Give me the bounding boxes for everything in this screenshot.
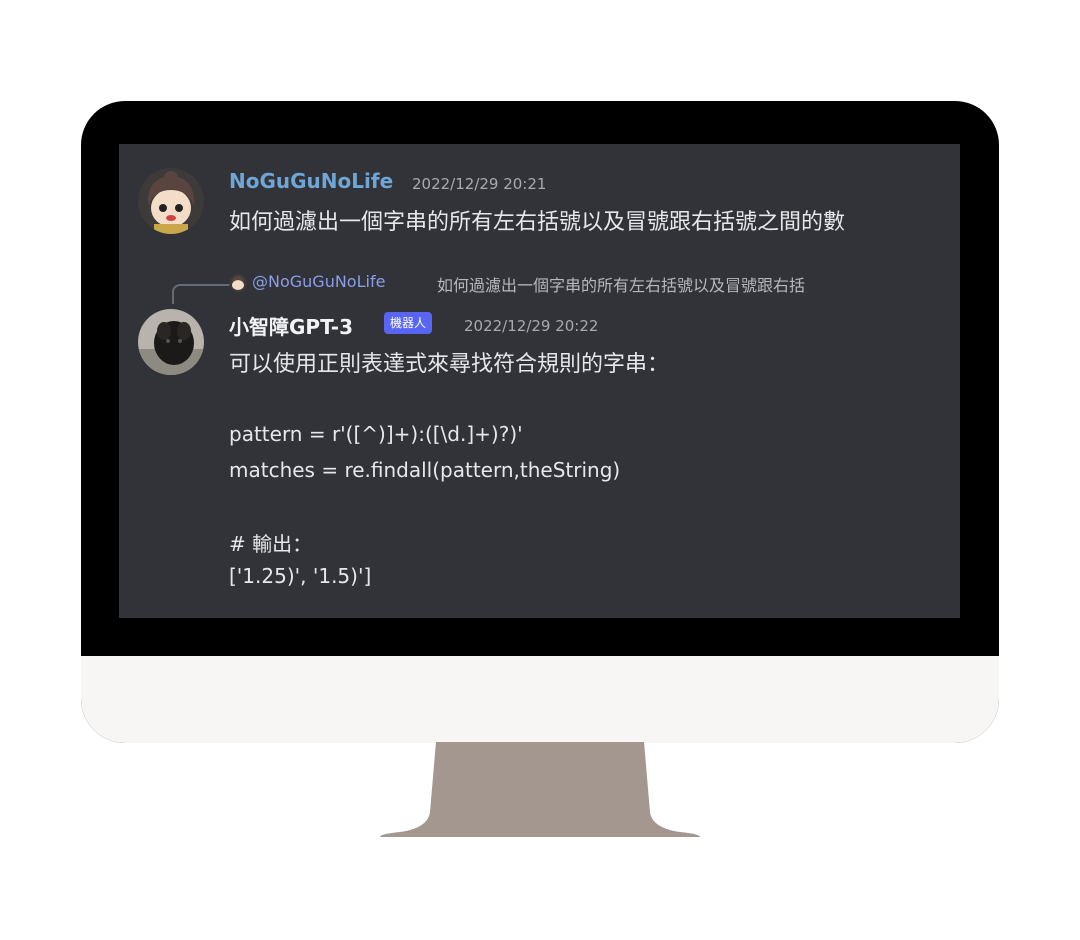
message-1: NoGuGuNoLife 2022/12/29 20:21 如何過濾出一個字串的… [119, 144, 960, 254]
bot-username[interactable]: 小智障GPT-3 [229, 311, 353, 340]
timestamp: 2022/12/29 20:22 [464, 317, 599, 335]
user-avatar-icon[interactable] [138, 168, 204, 234]
reply-avatar-icon [229, 274, 247, 292]
message-line: matches = re.findall(pattern,theString) [229, 458, 621, 482]
message-line: pattern = r'([^)]+):([\d.]+)?)' [229, 422, 523, 446]
message-line: 可以使用正則表達式來尋找符合規則的字串： [229, 352, 670, 377]
monitor-stand [380, 742, 700, 838]
timestamp: 2022/12/29 20:21 [412, 175, 547, 193]
username[interactable]: NoGuGuNoLife [229, 169, 393, 193]
message-text: 如何過濾出一個字串的所有左右括號以及冒號跟右括號之間的數 [229, 210, 846, 235]
monitor-chin [81, 656, 999, 743]
reply-connector [172, 284, 230, 304]
message-line: ['1.25)', '1.5)'] [229, 564, 372, 588]
message-line: # 輸出： [229, 532, 313, 556]
reply-preview-text[interactable]: 如何過濾出一個字串的所有左右括號以及冒號跟右括 [437, 272, 805, 296]
bot-badge: 機器人 [384, 312, 433, 334]
reply-mention[interactable]: @NoGuGuNoLife [252, 272, 385, 291]
bot-avatar-icon[interactable] [138, 309, 204, 375]
chat-screen: NoGuGuNoLife 2022/12/29 20:21 如何過濾出一個字串的… [119, 144, 960, 618]
monitor: NoGuGuNoLife 2022/12/29 20:21 如何過濾出一個字串的… [81, 101, 999, 743]
